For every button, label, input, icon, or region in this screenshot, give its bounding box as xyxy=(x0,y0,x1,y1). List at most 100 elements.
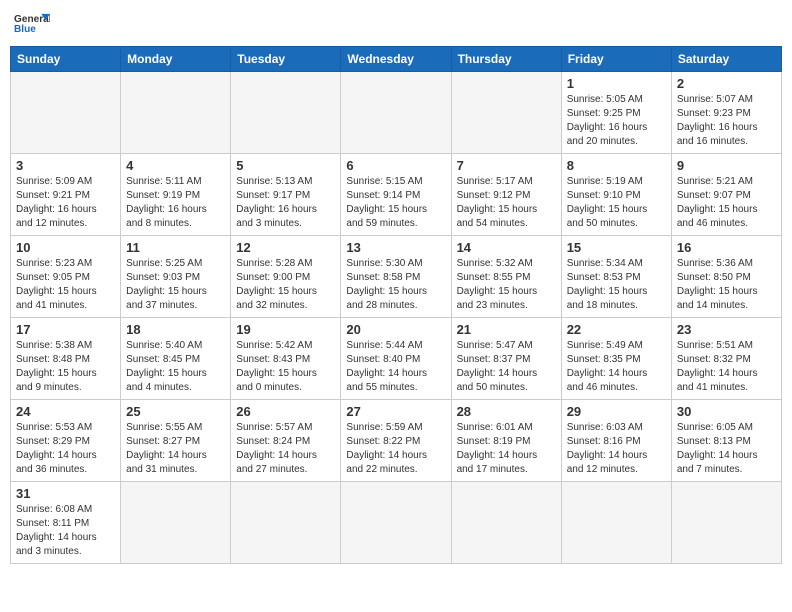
day-cell: 11 Sunrise: 5:25 AM Sunset: 9:03 PM Dayli… xyxy=(121,236,231,318)
day-number: 17 xyxy=(16,322,115,337)
day-info: Sunrise: 5:42 AM Sunset: 8:43 PM Dayligh… xyxy=(236,339,335,395)
col-header-friday: Friday xyxy=(561,47,671,72)
day-number: 5 xyxy=(236,158,335,173)
day-cell: 29Sunrise: 6:03 AM Sunset: 8:16 PM Dayli… xyxy=(561,400,671,482)
day-info: Sunrise: 5:55 AM Sunset: 8:27 PM Dayligh… xyxy=(126,421,225,477)
day-cell: 1 Sunrise: 5:05 AM Sunset: 9:25 PM Daylig… xyxy=(561,72,671,154)
day-number: 27 xyxy=(346,404,445,419)
day-number: 8 xyxy=(567,158,666,173)
day-number: 4 xyxy=(126,158,225,173)
day-number: 15 xyxy=(567,240,666,255)
week-row-2: 3 Sunrise: 5:09 AM Sunset: 9:21 PM Daylig… xyxy=(11,154,782,236)
day-info: Sunrise: 5:25 AM Sunset: 9:03 PM Dayligh… xyxy=(126,257,225,313)
day-number: 29 xyxy=(567,404,666,419)
day-number: 2 xyxy=(677,76,776,91)
day-info: Sunrise: 5:15 AM Sunset: 9:14 PM Dayligh… xyxy=(346,175,445,231)
day-info: Sunrise: 6:08 AM Sunset: 8:11 PM Dayligh… xyxy=(16,503,115,559)
svg-text:Blue: Blue xyxy=(14,24,36,35)
week-row-6: 31Sunrise: 6:08 AM Sunset: 8:11 PM Dayli… xyxy=(11,482,782,564)
day-cell: 31Sunrise: 6:08 AM Sunset: 8:11 PM Dayli… xyxy=(11,482,121,564)
day-cell: 21 Sunrise: 5:47 AM Sunset: 8:37 PM Dayli… xyxy=(451,318,561,400)
day-info: Sunrise: 5:28 AM Sunset: 9:00 PM Dayligh… xyxy=(236,257,335,313)
week-row-1: 1 Sunrise: 5:05 AM Sunset: 9:25 PM Daylig… xyxy=(11,72,782,154)
day-cell xyxy=(451,482,561,564)
day-info: Sunrise: 6:05 AM Sunset: 8:13 PM Dayligh… xyxy=(677,421,776,477)
col-header-tuesday: Tuesday xyxy=(231,47,341,72)
day-number: 12 xyxy=(236,240,335,255)
day-info: Sunrise: 5:57 AM Sunset: 8:24 PM Dayligh… xyxy=(236,421,335,477)
day-info: Sunrise: 5:51 AM Sunset: 8:32 PM Dayligh… xyxy=(677,339,776,395)
day-cell xyxy=(561,482,671,564)
day-cell: 24 Sunrise: 5:53 AM Sunset: 8:29 PM Dayli… xyxy=(11,400,121,482)
logo: General Blue xyxy=(14,10,54,38)
day-info: Sunrise: 5:49 AM Sunset: 8:35 PM Dayligh… xyxy=(567,339,666,395)
day-info: Sunrise: 5:44 AM Sunset: 8:40 PM Dayligh… xyxy=(346,339,445,395)
day-number: 21 xyxy=(457,322,556,337)
day-info: Sunrise: 5:47 AM Sunset: 8:37 PM Dayligh… xyxy=(457,339,556,395)
week-row-5: 24 Sunrise: 5:53 AM Sunset: 8:29 PM Dayli… xyxy=(11,400,782,482)
day-cell xyxy=(671,482,781,564)
day-cell: 20 Sunrise: 5:44 AM Sunset: 8:40 PM Dayli… xyxy=(341,318,451,400)
day-cell: 28 Sunrise: 6:01 AM Sunset: 8:19 PM Dayli… xyxy=(451,400,561,482)
day-info: Sunrise: 5:53 AM Sunset: 8:29 PM Dayligh… xyxy=(16,421,115,477)
day-info: Sunrise: 5:21 AM Sunset: 9:07 PM Dayligh… xyxy=(677,175,776,231)
day-cell: 10 Sunrise: 5:23 AM Sunset: 9:05 PM Dayli… xyxy=(11,236,121,318)
day-cell: 12 Sunrise: 5:28 AM Sunset: 9:00 PM Dayli… xyxy=(231,236,341,318)
day-cell: 13Sunrise: 5:30 AM Sunset: 8:58 PM Dayli… xyxy=(341,236,451,318)
day-cell: 5 Sunrise: 5:13 AM Sunset: 9:17 PM Daylig… xyxy=(231,154,341,236)
day-number: 26 xyxy=(236,404,335,419)
day-info: Sunrise: 5:11 AM Sunset: 9:19 PM Dayligh… xyxy=(126,175,225,231)
day-info: Sunrise: 5:19 AM Sunset: 9:10 PM Dayligh… xyxy=(567,175,666,231)
day-number: 11 xyxy=(126,240,225,255)
day-number: 7 xyxy=(457,158,556,173)
day-number: 13 xyxy=(346,240,445,255)
day-info: Sunrise: 5:17 AM Sunset: 9:12 PM Dayligh… xyxy=(457,175,556,231)
day-info: Sunrise: 5:34 AM Sunset: 8:53 PM Dayligh… xyxy=(567,257,666,313)
week-row-4: 17 Sunrise: 5:38 AM Sunset: 8:48 PM Dayli… xyxy=(11,318,782,400)
day-number: 28 xyxy=(457,404,556,419)
day-cell: 25Sunrise: 5:55 AM Sunset: 8:27 PM Dayli… xyxy=(121,400,231,482)
col-header-saturday: Saturday xyxy=(671,47,781,72)
day-cell: 30Sunrise: 6:05 AM Sunset: 8:13 PM Dayli… xyxy=(671,400,781,482)
day-info: Sunrise: 6:01 AM Sunset: 8:19 PM Dayligh… xyxy=(457,421,556,477)
day-info: Sunrise: 5:09 AM Sunset: 9:21 PM Dayligh… xyxy=(16,175,115,231)
day-info: Sunrise: 5:38 AM Sunset: 8:48 PM Dayligh… xyxy=(16,339,115,395)
day-cell: 19Sunrise: 5:42 AM Sunset: 8:43 PM Dayli… xyxy=(231,318,341,400)
day-number: 20 xyxy=(346,322,445,337)
header-row: SundayMondayTuesdayWednesdayThursdayFrid… xyxy=(11,47,782,72)
day-info: Sunrise: 5:59 AM Sunset: 8:22 PM Dayligh… xyxy=(346,421,445,477)
calendar-table: SundayMondayTuesdayWednesdayThursdayFrid… xyxy=(10,46,782,564)
day-cell: 9 Sunrise: 5:21 AM Sunset: 9:07 PM Daylig… xyxy=(671,154,781,236)
col-header-thursday: Thursday xyxy=(451,47,561,72)
day-number: 3 xyxy=(16,158,115,173)
day-number: 22 xyxy=(567,322,666,337)
day-info: Sunrise: 5:23 AM Sunset: 9:05 PM Dayligh… xyxy=(16,257,115,313)
day-cell: 14Sunrise: 5:32 AM Sunset: 8:55 PM Dayli… xyxy=(451,236,561,318)
day-number: 10 xyxy=(16,240,115,255)
col-header-sunday: Sunday xyxy=(11,47,121,72)
day-info: Sunrise: 5:05 AM Sunset: 9:25 PM Dayligh… xyxy=(567,93,666,149)
day-cell: 23 Sunrise: 5:51 AM Sunset: 8:32 PM Dayli… xyxy=(671,318,781,400)
day-number: 1 xyxy=(567,76,666,91)
day-info: Sunrise: 5:32 AM Sunset: 8:55 PM Dayligh… xyxy=(457,257,556,313)
day-cell: 2 Sunrise: 5:07 AM Sunset: 9:23 PM Daylig… xyxy=(671,72,781,154)
day-info: Sunrise: 5:40 AM Sunset: 8:45 PM Dayligh… xyxy=(126,339,225,395)
day-cell xyxy=(341,482,451,564)
day-cell xyxy=(451,72,561,154)
day-info: Sunrise: 5:36 AM Sunset: 8:50 PM Dayligh… xyxy=(677,257,776,313)
day-cell: 7 Sunrise: 5:17 AM Sunset: 9:12 PM Daylig… xyxy=(451,154,561,236)
day-number: 24 xyxy=(16,404,115,419)
day-cell xyxy=(231,72,341,154)
day-number: 9 xyxy=(677,158,776,173)
day-cell: 27 Sunrise: 5:59 AM Sunset: 8:22 PM Dayli… xyxy=(341,400,451,482)
col-header-wednesday: Wednesday xyxy=(341,47,451,72)
day-info: Sunrise: 5:13 AM Sunset: 9:17 PM Dayligh… xyxy=(236,175,335,231)
day-cell: 16Sunrise: 5:36 AM Sunset: 8:50 PM Dayli… xyxy=(671,236,781,318)
day-cell: 22 Sunrise: 5:49 AM Sunset: 8:35 PM Dayli… xyxy=(561,318,671,400)
day-cell: 26 Sunrise: 5:57 AM Sunset: 8:24 PM Dayli… xyxy=(231,400,341,482)
day-number: 23 xyxy=(677,322,776,337)
day-cell: 6Sunrise: 5:15 AM Sunset: 9:14 PM Daylig… xyxy=(341,154,451,236)
day-cell xyxy=(121,482,231,564)
logo-icon: General Blue xyxy=(14,10,50,38)
day-info: Sunrise: 5:07 AM Sunset: 9:23 PM Dayligh… xyxy=(677,93,776,149)
